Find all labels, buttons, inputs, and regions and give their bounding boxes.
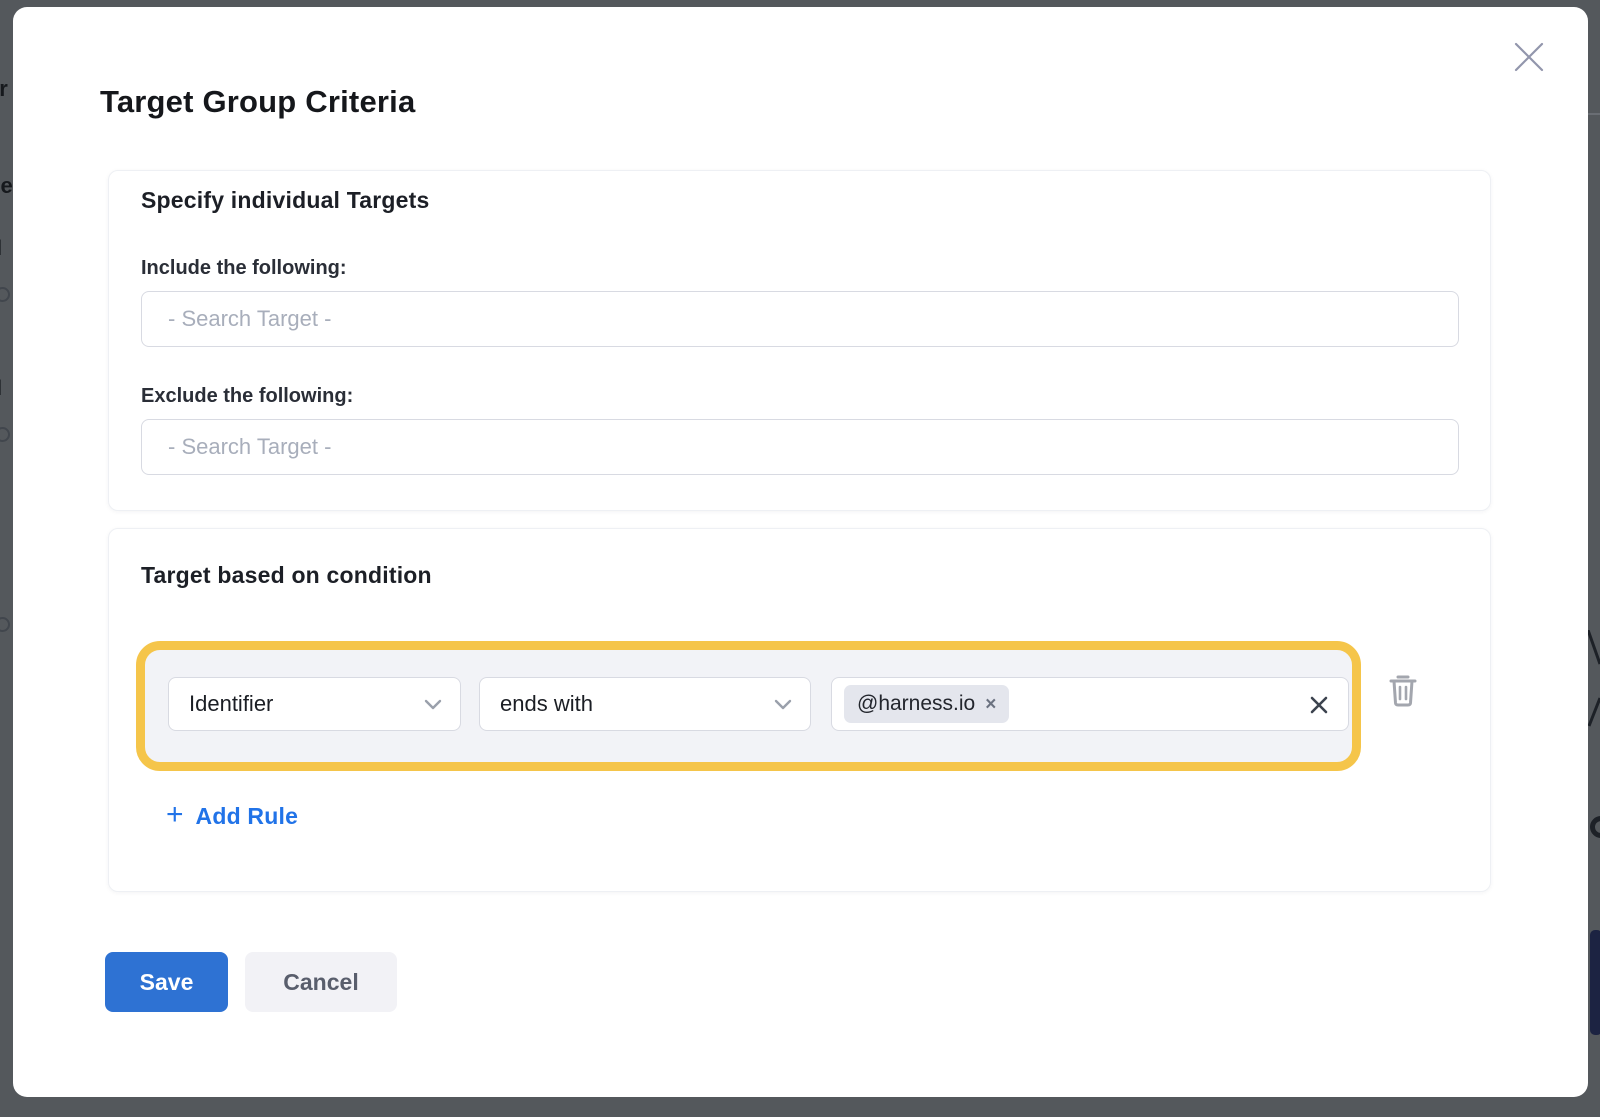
value-chip: @harness.io × [844, 685, 1009, 723]
background-chart-fragment [1588, 630, 1600, 760]
background-page-right-edge [1588, 0, 1600, 1117]
plus-icon: + [166, 800, 184, 830]
add-rule-button[interactable]: + Add Rule [166, 797, 298, 835]
screen: er pe cl cl r Target Group Criteria Spec… [0, 0, 1600, 1117]
attribute-select-value: Identifier [189, 691, 273, 717]
condition-section: Target based on condition Identifier end… [108, 528, 1491, 892]
section-heading: Target based on condition [141, 562, 432, 589]
section-heading: Specify individual Targets [141, 187, 430, 214]
background-ring-fragment [0, 427, 10, 442]
attribute-select[interactable]: Identifier [168, 677, 461, 731]
dialog-target-group-criteria: Target Group Criteria Specify individual… [13, 7, 1588, 1097]
add-rule-label: Add Rule [196, 803, 299, 830]
exclude-target-input[interactable] [141, 419, 1459, 475]
trash-icon [1387, 672, 1419, 708]
include-target-input[interactable] [141, 291, 1459, 347]
background-page-left-edge: er pe cl cl r [0, 0, 13, 1117]
background-ring-fragment [0, 617, 10, 632]
clear-icon [1309, 695, 1329, 715]
delete-rule-button[interactable] [1386, 672, 1420, 708]
individual-targets-section: Specify individual Targets Include the f… [108, 170, 1491, 511]
background-ring-fragment [1590, 816, 1600, 838]
background-bar-fragment [1590, 930, 1600, 1035]
operator-select[interactable]: ends with [479, 677, 811, 731]
close-button[interactable] [1507, 35, 1551, 79]
chevron-down-icon [424, 699, 442, 710]
exclude-label: Exclude the following: [141, 385, 353, 408]
clear-values-button[interactable] [1306, 692, 1332, 718]
background-line-fragment [1588, 113, 1600, 115]
chip-remove-icon[interactable]: × [985, 695, 996, 714]
operator-select-value: ends with [500, 691, 593, 717]
background-text-fragment: cl [0, 377, 2, 401]
background-text-fragment: pe [0, 173, 13, 199]
rule-row-highlighted: Identifier ends with @harness.io × [136, 641, 1361, 771]
close-icon [1513, 41, 1545, 73]
background-text-fragment: er [0, 76, 8, 102]
dialog-title: Target Group Criteria [100, 84, 415, 120]
include-label: Include the following: [141, 257, 347, 280]
background-ring-fragment [0, 287, 10, 302]
background-text-fragment: cl [0, 237, 2, 261]
value-chip-label: @harness.io [857, 692, 975, 716]
chevron-down-icon [774, 699, 792, 710]
values-input[interactable]: @harness.io × [831, 677, 1349, 731]
save-button[interactable]: Save [105, 952, 228, 1012]
cancel-button[interactable]: Cancel [245, 952, 397, 1012]
